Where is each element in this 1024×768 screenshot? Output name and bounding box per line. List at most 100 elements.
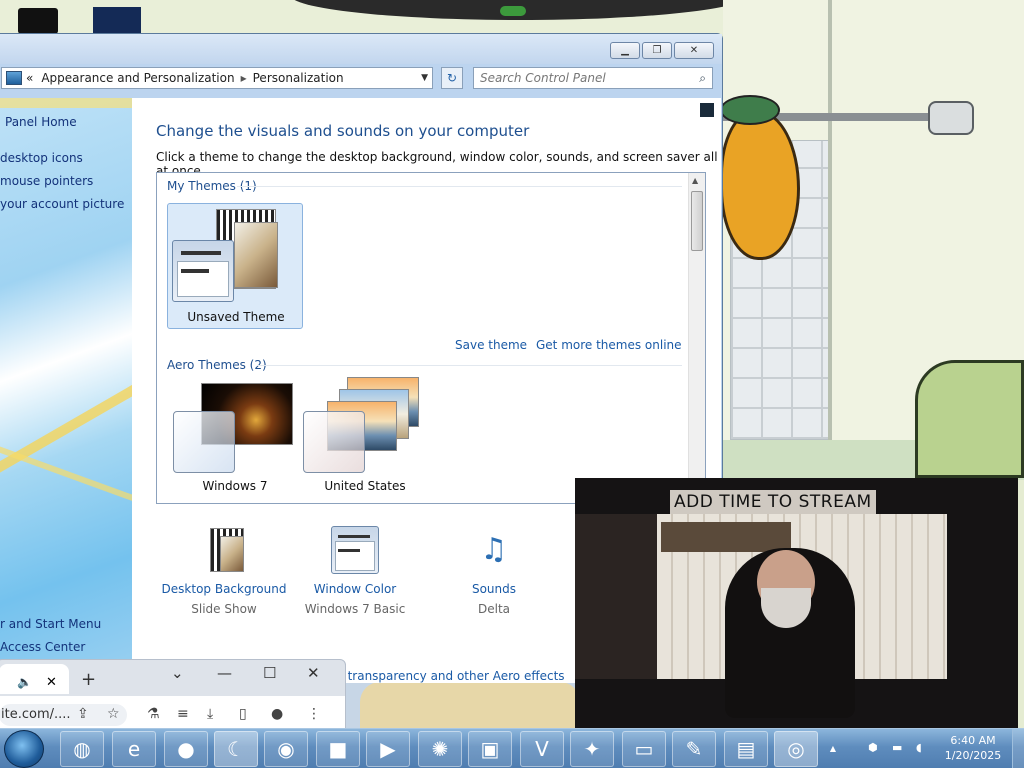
search-input[interactable]: Search Control Panel ⌕ [473,67,713,89]
blender-icon[interactable]: ✺ [418,731,462,767]
menu-icon[interactable]: ⋮ [307,706,321,722]
theme-name: Unsaved Theme [187,310,285,324]
themes-list[interactable]: My Themes (1) Unsaved Theme Save theme G… [156,172,706,504]
tray-overflow-icon[interactable]: ▲ [828,731,838,767]
window-color-icon [331,526,379,576]
chevron-down-icon[interactable]: ▼ [421,73,428,83]
help-icon[interactable] [700,103,714,117]
webcam-scene [661,522,791,552]
speaker-icon[interactable]: 🔈 [17,675,32,689]
bookmark-star-icon[interactable]: ☆ [107,706,120,722]
close-button[interactable]: ✕ [674,42,714,59]
profile-avatar-icon[interactable]: ● [271,706,283,722]
nav-change-account-picture[interactable]: your account picture [0,197,124,211]
window-preview-body [335,541,375,571]
desktop-background-link[interactable]: Desktop Background [149,582,299,596]
minimize-button[interactable]: — [217,664,232,682]
desktop-icon[interactable] [93,7,141,33]
desktop-background-setting[interactable]: Desktop Background Slide Show [149,526,299,616]
scroll-up-icon[interactable]: ▲ [692,176,698,185]
show-desktop-button[interactable] [1012,729,1024,768]
new-tab-button[interactable]: + [81,669,96,690]
volume-icon[interactable]: ◖ [916,741,930,755]
recorder-icon[interactable]: ▣ [468,731,512,767]
chrome-icon[interactable]: ◎ [774,731,818,767]
theme-name: United States [324,479,406,493]
sounds-setting[interactable]: ♫ Sounds Delta [424,526,564,616]
theme-windows-7[interactable]: Windows 7 [167,381,303,507]
paint-icon[interactable]: ✎ [672,731,716,767]
close-button[interactable]: ✕ [307,664,320,682]
desktop-background-icon [200,526,248,576]
search-icon[interactable]: ⌕ [699,71,706,86]
rdp-icon[interactable]: ▤ [724,731,768,767]
bluetooth-icon[interactable]: ⬢ [868,741,882,755]
share-icon[interactable]: ⇪ [77,706,89,722]
address-bar[interactable]: « Appearance and Personalization ▸ Perso… [1,67,433,89]
side-panel-icon[interactable]: ▯ [239,706,247,722]
theme-united-states[interactable]: United States [297,377,433,507]
window-preview-bar [338,535,370,538]
download-icon[interactable]: ⤓ [207,706,213,722]
minimize-icon: ▁ [621,45,629,56]
steam-icon[interactable]: ◉ [264,731,308,767]
window-color-preview [173,411,235,473]
sounds-link[interactable]: Sounds [424,582,564,596]
window-preview-bar [181,269,209,273]
monitor-app-icon[interactable]: ▭ [622,731,666,767]
group-header-aero-themes[interactable]: Aero Themes (2) [167,358,267,372]
window-titlebar[interactable]: ▁ ❐ ✕ [0,34,722,64]
theme-unsaved[interactable]: Unsaved Theme [167,203,303,329]
moon-app-icon[interactable]: ☾ [214,731,258,767]
media-player-icon[interactable]: ▶ [366,731,410,767]
ie-icon[interactable]: e [112,731,156,767]
nav-taskbar-start-menu[interactable]: r and Start Menu [0,617,101,631]
group-divider [257,365,682,366]
scroll-thumb[interactable] [691,191,703,251]
breadcrumb-item[interactable]: Personalization [253,71,344,85]
extensions-icon[interactable]: ⚗ [147,706,160,722]
search-placeholder: Search Control Panel [480,71,606,85]
wallpaper-bottom [360,682,580,728]
get-more-themes-link[interactable]: Get more themes online [536,338,682,352]
breadcrumb-overflow-icon[interactable]: « [26,71,33,85]
refresh-button[interactable]: ↻ [441,67,463,89]
nav-ease-of-access[interactable]: Access Center [0,640,85,654]
nav-pane-decoration [0,98,132,108]
desktop-background-value: Slide Show [191,602,257,616]
explorer-icon[interactable]: ◍ [60,731,104,767]
nav-control-panel-home[interactable]: Panel Home [5,115,77,129]
minimize-button[interactable]: ▁ [610,42,640,59]
bird-app-icon[interactable]: ✦ [570,731,614,767]
window-color-setting[interactable]: Window Color Windows 7 Basic [280,526,430,616]
clock-date: 1/20/2025 [944,749,1002,762]
nav-pane-decoration [0,363,132,483]
nav-change-mouse-pointers[interactable]: mouse pointers [0,174,93,188]
window-color-link[interactable]: Window Color [280,582,430,596]
webcam-banner: ADD TIME TO STREAM [670,490,876,514]
nav-change-desktop-icons[interactable]: desktop icons [0,151,83,165]
system-clock[interactable]: 6:40 AM 1/20/2025 [944,733,1002,763]
close-icon: ✕ [689,45,699,56]
network-icon[interactable]: ▬ [892,741,906,755]
dark-box-icon[interactable]: ■ [316,731,360,767]
restore-button[interactable]: ❐ [642,42,672,59]
save-theme-link[interactable]: Save theme [455,338,527,352]
tab-search-icon[interactable]: ⌄ [171,664,184,682]
desktop-icon[interactable] [18,8,58,34]
background-preview-image [220,536,244,572]
reading-list-icon[interactable]: ≡ [177,706,189,722]
nav-pane-decoration [0,443,132,519]
browser-tab[interactable]: 🔈 ✕ [0,664,69,694]
dark-app-icon[interactable]: ● [164,731,208,767]
themes-scrollbar[interactable]: ▲ ▼ [688,173,705,503]
start-button[interactable] [4,730,44,768]
caption-buttons: ▁ ❐ ✕ [610,42,714,59]
close-tab-icon[interactable]: ✕ [46,675,57,690]
window-preview-body [177,261,229,297]
breadcrumb-arrow-icon[interactable]: ▸ [241,71,247,85]
breadcrumb-item[interactable]: Appearance and Personalization [41,71,234,85]
wallpaper-character-cap [720,95,780,125]
maximize-button[interactable]: ☐ [263,664,276,682]
vnc-icon[interactable]: V [520,731,564,767]
